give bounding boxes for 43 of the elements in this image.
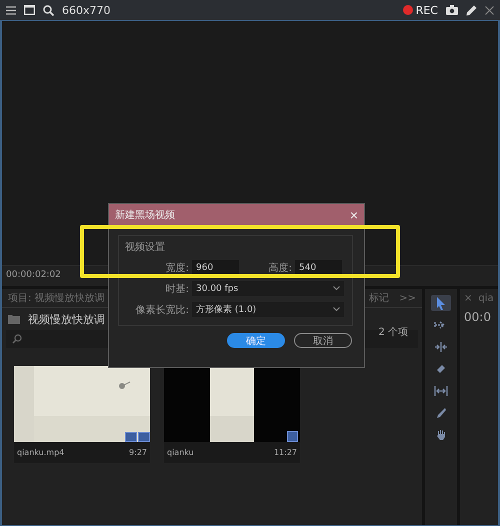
clip-name: qianku [167,448,194,457]
timecode: 00:00:02:02 [6,270,61,280]
dropdown[interactable]: 方形像素 (1.0) [192,302,344,317]
chevron-down-icon [333,286,340,291]
camera-icon[interactable] [446,5,458,15]
input-field[interactable]: 960 [192,260,239,275]
razor-icon [435,363,447,375]
pen-icon[interactable] [466,4,477,16]
folder-icon [8,314,20,324]
sequence-badge-icon [287,431,298,442]
close-icon[interactable] [485,6,494,14]
record-button[interactable]: REC [402,4,438,16]
clip-duration: 9:27 [129,448,147,457]
tool-button[interactable] [431,295,451,311]
close-button[interactable]: × [350,208,358,222]
input-field[interactable]: 540 [295,260,342,275]
field-label: 像素长宽比: [134,304,189,316]
video-badge-icon [125,432,137,442]
search-icon[interactable] [43,4,54,16]
chevron-down-icon [333,307,340,312]
timecode: 00:0 [464,310,492,324]
media-card[interactable]: qianku 11:27 [164,366,300,463]
media-card[interactable]: qianku.mp4 9:27 [14,366,150,463]
field-label: 时基: [164,282,189,296]
audio-badge-icon [138,432,150,442]
item-count: 2 个项 [378,326,408,339]
field-label: 宽度: [164,262,189,274]
clip-name: qianku.mp4 [17,448,64,457]
field-label: 高度: [268,262,292,274]
menu-icon[interactable] [6,6,16,14]
slip-icon [434,386,448,396]
window-icon[interactable] [24,5,35,15]
bin-name: 视频慢放快放调 [28,312,105,326]
ripple-edit-icon [434,342,448,352]
arrow-icon [436,296,446,310]
dialog-title: 新建黑场视频 [115,208,175,222]
dropdown[interactable]: 30.00 fps [192,281,344,296]
window-size: 660x770 [62,4,111,16]
pen-icon [436,407,446,419]
cancel-button[interactable]: 取消 [294,333,352,348]
clip-duration: 11:27 [274,448,297,457]
hand-icon [436,429,446,441]
group-title: 视频设置 [125,240,166,254]
